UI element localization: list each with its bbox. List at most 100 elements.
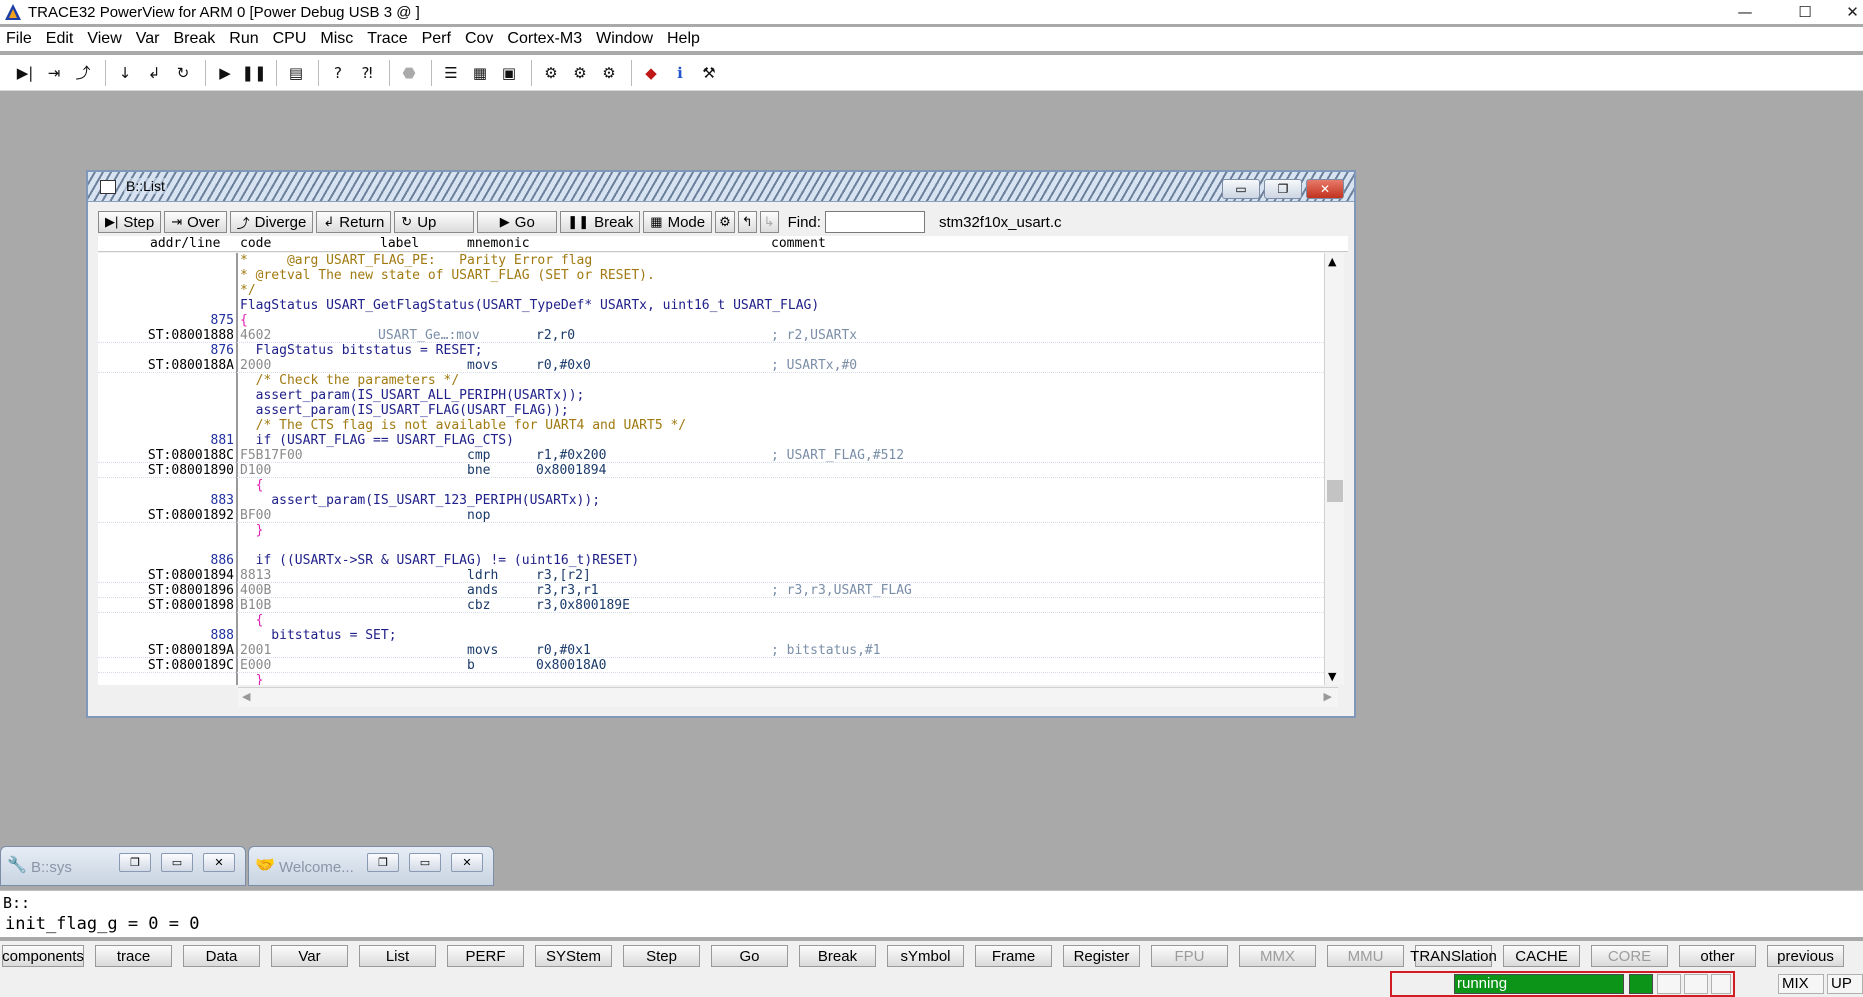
source-row[interactable]: 888 bitstatus = SET; bbox=[98, 628, 1324, 643]
softkey-mmu-button[interactable]: MMU bbox=[1327, 945, 1404, 967]
comment-header[interactable]: comment bbox=[771, 236, 826, 251]
help-icon[interactable]: ? bbox=[325, 60, 351, 86]
asm-row[interactable]: ST:08001890 D100 bne 0x8001894 bbox=[98, 463, 1324, 478]
break-icon[interactable]: ❚❚ bbox=[241, 60, 267, 86]
list-return-button[interactable]: ↲ Return bbox=[316, 211, 392, 233]
source-row[interactable]: } bbox=[98, 523, 1324, 538]
source-row[interactable]: { bbox=[98, 613, 1324, 628]
list-icon[interactable]: ▤ bbox=[283, 60, 309, 86]
source-row[interactable]: 883 assert_param(IS_USART_123_PERIPH(USA… bbox=[98, 493, 1324, 508]
down-icon[interactable]: ↓ bbox=[112, 60, 138, 86]
horizontal-scrollbar[interactable]: ◀ ▶ bbox=[238, 687, 1338, 707]
minimize-button[interactable]: — bbox=[1722, 0, 1768, 24]
asm-row[interactable]: ST:08001892 BF00 nop bbox=[98, 508, 1324, 523]
diverge-icon[interactable]: ⤴ bbox=[70, 60, 96, 86]
label-header[interactable]: label bbox=[380, 236, 419, 251]
source-row[interactable]: assert_param(IS_USART_FLAG(USART_FLAG)); bbox=[98, 403, 1324, 418]
stop-icon[interactable]: ⬣ bbox=[396, 60, 422, 86]
softkey-translation-button[interactable]: TRANSlation bbox=[1410, 945, 1497, 967]
source-row[interactable]: { bbox=[98, 478, 1324, 493]
config-icon[interactable]: ⚒ bbox=[696, 60, 722, 86]
softkey-list-button[interactable]: List bbox=[359, 945, 436, 967]
softkey-step-button[interactable]: Step bbox=[623, 945, 700, 967]
bsys-close-button[interactable]: ✕ bbox=[203, 853, 235, 872]
cube-icon[interactable]: ◆ bbox=[638, 60, 664, 86]
welcome-close-button[interactable]: ✕ bbox=[451, 853, 483, 872]
asm-row[interactable]: ST:0800188C F5B17F00 cmp r1,#0x200 ; USART_F… bbox=[98, 448, 1324, 463]
dump-icon[interactable]: ▦ bbox=[467, 60, 493, 86]
menu-trace[interactable]: Trace bbox=[367, 30, 407, 48]
scroll-right-icon[interactable]: ▶ bbox=[1324, 690, 1332, 703]
info-icon[interactable]: ℹ bbox=[667, 60, 693, 86]
close-button[interactable]: ✕ bbox=[1842, 0, 1863, 24]
softkey-system-button[interactable]: SYStem bbox=[535, 945, 612, 967]
list-mode-button[interactable]: ▦ Mode bbox=[643, 211, 713, 233]
softkey-data-button[interactable]: Data bbox=[183, 945, 260, 967]
welcome-maximize-button[interactable]: ▭ bbox=[409, 853, 441, 872]
bsys-restore-button[interactable]: ❐ bbox=[119, 853, 151, 872]
go-icon[interactable]: ▶ bbox=[212, 60, 238, 86]
find-input[interactable] bbox=[824, 211, 925, 233]
blist-close-button[interactable]: ✕ bbox=[1306, 179, 1344, 199]
source-row[interactable] bbox=[98, 538, 1324, 553]
list-up-button[interactable]: ↻ Up bbox=[394, 211, 475, 233]
softkey-mmx-button[interactable]: MMX bbox=[1239, 945, 1316, 967]
list-step-button[interactable]: ▶| Step bbox=[98, 211, 162, 233]
asm-row[interactable]: ST:0800189C E000 b 0x80018A0 bbox=[98, 658, 1324, 673]
source-row[interactable]: 881 if (USART_FLAG == USART_FLAG_CTS) bbox=[98, 433, 1324, 448]
asm-row[interactable]: ST:0800189A 2001 movs r0,#0x1 ; bitstatus,#1 bbox=[98, 643, 1324, 658]
softkey-perf-button[interactable]: PERF bbox=[447, 945, 524, 967]
step-over-icon[interactable]: ⇥ bbox=[41, 60, 67, 86]
list-diverge-button[interactable]: ⤴ Diverge bbox=[229, 211, 314, 233]
asm-row[interactable]: ST:0800188A 2000 movs r0,#0x0 ; USARTx,#0 bbox=[98, 358, 1324, 373]
softkey-frame-button[interactable]: Frame bbox=[975, 945, 1052, 967]
code-listing[interactable]: * @arg USART_FLAG_PE: Parity Error flag *… bbox=[98, 253, 1324, 685]
source-row[interactable]: 875 { bbox=[98, 313, 1324, 328]
softkey-cache-button[interactable]: CACHE bbox=[1503, 945, 1580, 967]
command-prompt[interactable]: B:: bbox=[3, 894, 30, 912]
softkey-symbol-button[interactable]: sYmbol bbox=[887, 945, 964, 967]
menu-cov[interactable]: Cov bbox=[465, 30, 493, 48]
blist-title-bar[interactable]: B::List ▭ ❐ ✕ bbox=[88, 172, 1354, 202]
source-row[interactable]: * @retval The new state of USART_FLAG (S… bbox=[98, 268, 1324, 283]
list-view-icon[interactable]: ☰ bbox=[438, 60, 464, 86]
menu-var[interactable]: Var bbox=[136, 30, 160, 48]
source-row[interactable]: 876 FlagStatus bitstatus = RESET; bbox=[98, 343, 1324, 358]
list-go-button[interactable]: ▶ Go bbox=[477, 211, 558, 233]
chip-icon[interactable]: ▣ bbox=[496, 60, 522, 86]
source-row[interactable]: /* The CTS flag is not available for UAR… bbox=[98, 418, 1324, 433]
asm-row[interactable]: ST:08001888 4602 USART_Ge…:mov r2,r0 ; r2,US… bbox=[98, 328, 1324, 343]
list-break-button[interactable]: ❚❚ Break bbox=[560, 211, 641, 233]
menu-break[interactable]: Break bbox=[173, 30, 215, 48]
menu-help[interactable]: Help bbox=[667, 30, 700, 48]
step-icon[interactable]: ▶| bbox=[12, 60, 38, 86]
blist-maximize-button[interactable]: ❐ bbox=[1264, 179, 1302, 199]
asm-row[interactable]: ST:08001896 400B ands r3,r3,r1 ; r3,r3,USART… bbox=[98, 583, 1324, 598]
menu-edit[interactable]: Edit bbox=[46, 30, 74, 48]
softkey-fpu-button[interactable]: FPU bbox=[1151, 945, 1228, 967]
scroll-left-icon[interactable]: ◀ bbox=[242, 690, 250, 703]
minimized-welcome-window[interactable]: 🤝 Welcome... ❐ ▭ ✕ bbox=[248, 846, 494, 886]
blist-minimize-button[interactable]: ▭ bbox=[1222, 179, 1260, 199]
menu-misc[interactable]: Misc bbox=[320, 30, 353, 48]
source-row[interactable]: */ bbox=[98, 283, 1324, 298]
softkey-core-button[interactable]: CORE bbox=[1591, 945, 1668, 967]
softkey-go-button[interactable]: Go bbox=[711, 945, 788, 967]
softkey-other-button[interactable]: other bbox=[1679, 945, 1756, 967]
list-up-scope-button[interactable]: ↰ bbox=[737, 211, 757, 233]
scroll-up-icon[interactable]: ▲ bbox=[1328, 255, 1336, 268]
asm-row[interactable]: ST:08001894 8813 ldrh r3,[r2] bbox=[98, 568, 1324, 583]
list-view-button[interactable]: ⚙ bbox=[715, 211, 735, 233]
source-row[interactable]: assert_param(IS_USART_ALL_PERIPH(USARTx)… bbox=[98, 388, 1324, 403]
minimized-bsys-window[interactable]: 🔧 B::sys ❐ ▭ ✕ bbox=[0, 846, 246, 886]
source-row[interactable]: } bbox=[98, 673, 1324, 685]
maximize-button[interactable]: ☐ bbox=[1782, 0, 1828, 24]
command-area[interactable]: B:: init_flag_g = 0 = 0 bbox=[0, 890, 1863, 937]
cov-icon[interactable]: ⚙ bbox=[596, 60, 622, 86]
return-icon[interactable]: ↲ bbox=[141, 60, 167, 86]
menu-window[interactable]: Window bbox=[596, 30, 653, 48]
context-help-icon[interactable]: ⁈ bbox=[354, 60, 380, 86]
menu-cortex-m3[interactable]: Cortex-M3 bbox=[507, 30, 582, 48]
menu-view[interactable]: View bbox=[87, 30, 121, 48]
softkey-register-button[interactable]: Register bbox=[1063, 945, 1140, 967]
